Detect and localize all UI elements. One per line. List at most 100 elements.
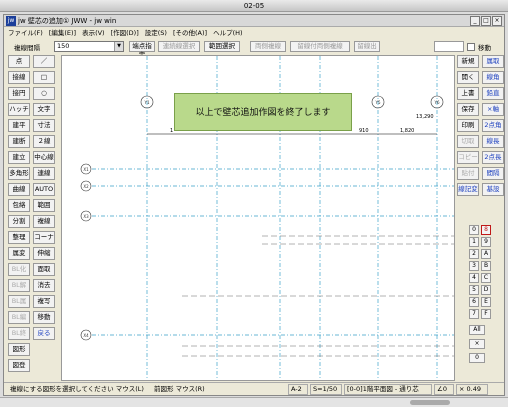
- command-button[interactable]: 線長: [482, 135, 504, 148]
- tool-button[interactable]: 包絡: [8, 199, 30, 212]
- tool-button[interactable]: □: [33, 71, 55, 84]
- layer-button[interactable]: 4: [469, 273, 479, 283]
- close-icon[interactable]: ×: [492, 16, 502, 26]
- layer-button[interactable]: 5: [469, 285, 479, 295]
- layer-button[interactable]: 6: [469, 297, 479, 307]
- layer-control-button[interactable]: ×: [469, 339, 485, 349]
- tool-button[interactable]: 移動: [33, 311, 55, 324]
- command-button[interactable]: 線角: [482, 71, 504, 84]
- tool-button[interactable]: ／: [33, 55, 55, 68]
- tool-button[interactable]: 複写: [33, 295, 55, 308]
- horizontal-scrollbar[interactable]: [0, 397, 508, 407]
- command-button[interactable]: 間隔: [482, 167, 504, 180]
- tool-button[interactable]: 戻る: [33, 327, 55, 340]
- menu-draw[interactable]: [作図(D)]: [111, 28, 139, 38]
- tool-button[interactable]: 建断: [8, 135, 30, 148]
- layer-button[interactable]: 8: [481, 225, 491, 235]
- tool-button[interactable]: 接円: [8, 87, 30, 100]
- tool-button[interactable]: 整理: [8, 231, 30, 244]
- tool-button[interactable]: コーナー: [33, 231, 55, 252]
- menu-other[interactable]: [その他(A)]: [173, 28, 207, 38]
- command-button[interactable]: 切取: [457, 135, 479, 148]
- tool-button[interactable]: 中心線: [33, 151, 55, 164]
- move-checkbox[interactable]: [467, 43, 475, 51]
- tool-button[interactable]: 図登: [8, 359, 30, 372]
- tool-button[interactable]: 伸縮: [33, 247, 55, 260]
- scale-display[interactable]: S=1/50: [310, 384, 342, 395]
- layer-control-button[interactable]: All: [469, 325, 485, 335]
- ends-combo[interactable]: [434, 41, 464, 52]
- layer-display[interactable]: [0-0]1階平面図 - 通り芯: [344, 384, 432, 395]
- menu-view[interactable]: 表示(V): [82, 28, 105, 38]
- menu-edit[interactable]: [編集(E)]: [49, 28, 76, 38]
- tool-button[interactable]: ○: [33, 87, 55, 100]
- layer-button[interactable]: 1: [469, 237, 479, 247]
- tool-button-endpoint[interactable]: 端点指定: [129, 41, 155, 59]
- tool-button[interactable]: BL編: [8, 311, 30, 324]
- tool-button[interactable]: 分割: [8, 215, 30, 228]
- scrollbar-thumb[interactable]: [410, 400, 450, 405]
- tool-button-both-sides-ends[interactable]: 留線付両側複線: [290, 41, 350, 52]
- layer-button[interactable]: 3: [469, 261, 479, 271]
- command-button[interactable]: 2点長: [482, 151, 504, 164]
- tool-button[interactable]: 点: [8, 55, 30, 68]
- menu-help[interactable]: ヘルプ(H): [213, 28, 242, 38]
- tool-button[interactable]: 多角形: [8, 167, 30, 180]
- command-button[interactable]: コピー: [457, 151, 479, 164]
- tool-button-continuous[interactable]: 連続線選択: [158, 41, 200, 52]
- layer-control-button[interactable]: 0: [469, 353, 485, 363]
- angle-display[interactable]: ∠0: [434, 384, 454, 395]
- tool-button[interactable]: 消去: [33, 279, 55, 292]
- layer-button[interactable]: D: [481, 285, 491, 295]
- tool-button[interactable]: 連線: [33, 167, 55, 180]
- tool-button[interactable]: 複線: [33, 215, 55, 228]
- command-button[interactable]: 印刷: [457, 119, 479, 132]
- tool-button[interactable]: 文字: [33, 103, 55, 116]
- command-button[interactable]: ×軸: [482, 103, 504, 116]
- tool-button[interactable]: 図形: [8, 343, 30, 356]
- tool-button[interactable]: BL化: [8, 263, 30, 276]
- layer-button[interactable]: A: [481, 249, 491, 259]
- tool-button[interactable]: 接線: [8, 71, 30, 84]
- tool-button[interactable]: BL終: [8, 327, 30, 340]
- layer-button[interactable]: 7: [469, 309, 479, 319]
- command-button[interactable]: 鉛直: [482, 87, 504, 100]
- tool-button-ends[interactable]: 留線出: [354, 41, 380, 52]
- command-button[interactable]: 2点角: [482, 119, 504, 132]
- tool-button[interactable]: BL解: [8, 279, 30, 292]
- tool-button[interactable]: 寸法: [33, 119, 55, 132]
- command-button[interactable]: 保存: [457, 103, 479, 116]
- layer-button[interactable]: 2: [469, 249, 479, 259]
- tool-button[interactable]: 曲線: [8, 183, 30, 196]
- paper-size[interactable]: A-2: [288, 384, 308, 395]
- tool-button[interactable]: 属変: [8, 247, 30, 260]
- tool-button-range[interactable]: 範囲選択: [204, 41, 240, 52]
- chevron-down-icon[interactable]: ▼: [114, 42, 123, 51]
- menu-settings[interactable]: 設定(S): [145, 28, 167, 38]
- layer-button[interactable]: 0: [469, 225, 479, 235]
- tool-button[interactable]: BL属: [8, 295, 30, 308]
- command-button[interactable]: 基設: [482, 183, 504, 196]
- command-button[interactable]: 属取: [482, 55, 504, 68]
- minimize-icon[interactable]: _: [470, 16, 480, 26]
- layer-button[interactable]: 9: [481, 237, 491, 247]
- zoom-display[interactable]: × 0.49: [456, 384, 488, 395]
- layer-button[interactable]: B: [481, 261, 491, 271]
- tool-button[interactable]: ハッチ: [8, 103, 30, 116]
- tool-button[interactable]: AUTO: [33, 183, 55, 196]
- tool-button[interactable]: 範囲: [33, 199, 55, 212]
- layer-button[interactable]: C: [481, 273, 491, 283]
- command-button[interactable]: 新規: [457, 55, 479, 68]
- tool-button[interactable]: ２線: [33, 135, 55, 148]
- command-button[interactable]: 開く: [457, 71, 479, 84]
- command-button[interactable]: 貼付: [457, 167, 479, 180]
- tool-button[interactable]: 建立: [8, 151, 30, 164]
- layer-button[interactable]: E: [481, 297, 491, 307]
- tool-button[interactable]: 建平: [8, 119, 30, 132]
- layer-button[interactable]: F: [481, 309, 491, 319]
- menu-file[interactable]: ファイル(F): [8, 28, 43, 38]
- command-button[interactable]: 線記変: [457, 183, 479, 196]
- tool-button[interactable]: 面取: [33, 263, 55, 276]
- maximize-icon[interactable]: □: [481, 16, 491, 26]
- offset-distance-combo[interactable]: 150 ▼: [54, 41, 124, 52]
